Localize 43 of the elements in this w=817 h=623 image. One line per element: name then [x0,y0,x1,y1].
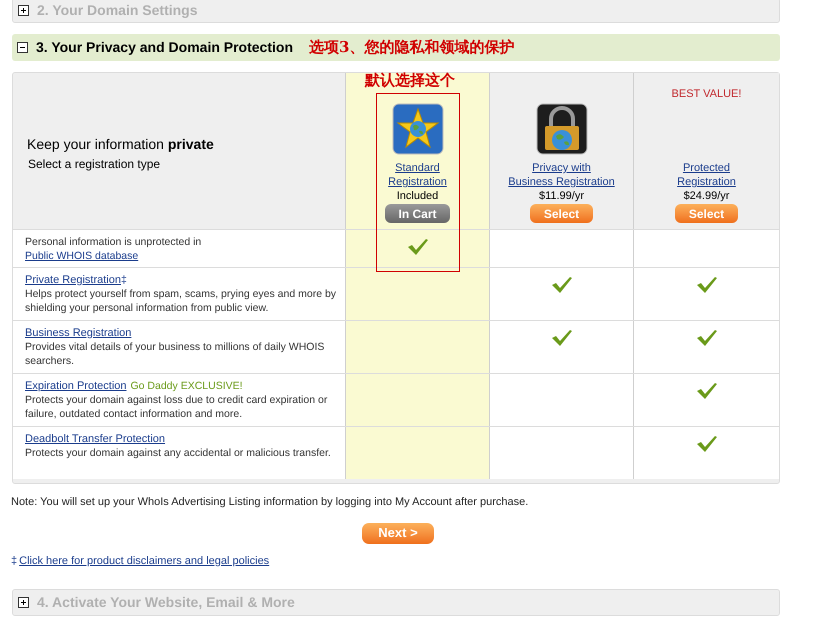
plan-link[interactable]: Protected Registration [677,161,736,189]
checkmark-icon [696,329,718,347]
feature-description: Protects your domain against any accidental or malicious transfer. [25,446,332,460]
best-value-label: BEST VALUE! [672,88,742,100]
checkmark-icon [696,276,718,294]
checkmark-icon [550,329,572,347]
annotation-text: 选项3、您的隐私和领域的保护 [309,37,514,58]
section-header[interactable]: 3. Your Privacy and Domain Protection 选项3、您的隐私和领域的保护 [12,34,780,61]
feature-description: Protects your domain against loss due to credit card expiration or failure, outdated contact information and more. [25,393,328,421]
collapse-icon[interactable] [17,42,28,53]
note-text: Note: You will set up your WhoIs Advertising Listing information by logging into My Account after purchase. [11,495,530,510]
checkmark-icon [406,238,428,256]
padlock-globe-icon [536,103,588,155]
section-title: 2. Your Domain Settings [37,1,198,20]
checkmark-icon [550,276,572,294]
expand-icon[interactable] [18,597,29,608]
feature-description: Helps protect yourself from spam, scams, prying eyes and more by shielding your personal information from public view. [25,287,338,315]
checkmark-icon [696,382,718,400]
footnote-mark: ‡ [11,554,18,568]
plan-price: $24.99/yr [684,189,730,203]
footnote-mark: ‡ [121,273,127,287]
feature-description: Provides vital details of your business to millions of daily WHOIS searchers. [25,340,326,368]
section-title: 4. Activate Your Website, Email & More [37,593,295,612]
feature-link[interactable]: Business Registration [25,326,132,340]
intro-subheading: Select a registration type [28,156,162,172]
plan-link[interactable]: Privacy with Business Registration [508,161,615,189]
plan-price: $11.99/yr [538,189,584,203]
exclusive-tag: Go Daddy EXCLUSIVE! [130,379,243,393]
intro-heading: Keep your information private [27,134,215,154]
feature-description: Personal information is unprotected in [25,235,202,249]
star-globe-icon [392,103,444,155]
plan-price: Included [396,189,438,203]
plan-link[interactable]: Standard Registration [388,161,447,189]
feature-link[interactable]: Deadbolt Transfer Protection [25,432,166,446]
feature-link[interactable]: Private Registration [25,273,121,287]
annotation-text: 默认选择这个 [365,71,455,89]
feature-link[interactable]: Expiration Protection [25,379,126,393]
disclaimer-link[interactable]: Click here for product disclaimers and legal policies [19,552,270,569]
expand-icon[interactable] [18,5,29,16]
in-cart-button[interactable]: In Cart [385,204,450,223]
feature-link[interactable]: Public WHOIS database [25,250,138,262]
section-title: 3. Your Privacy and Domain Protection [36,38,293,57]
checkmark-icon [696,435,718,453]
